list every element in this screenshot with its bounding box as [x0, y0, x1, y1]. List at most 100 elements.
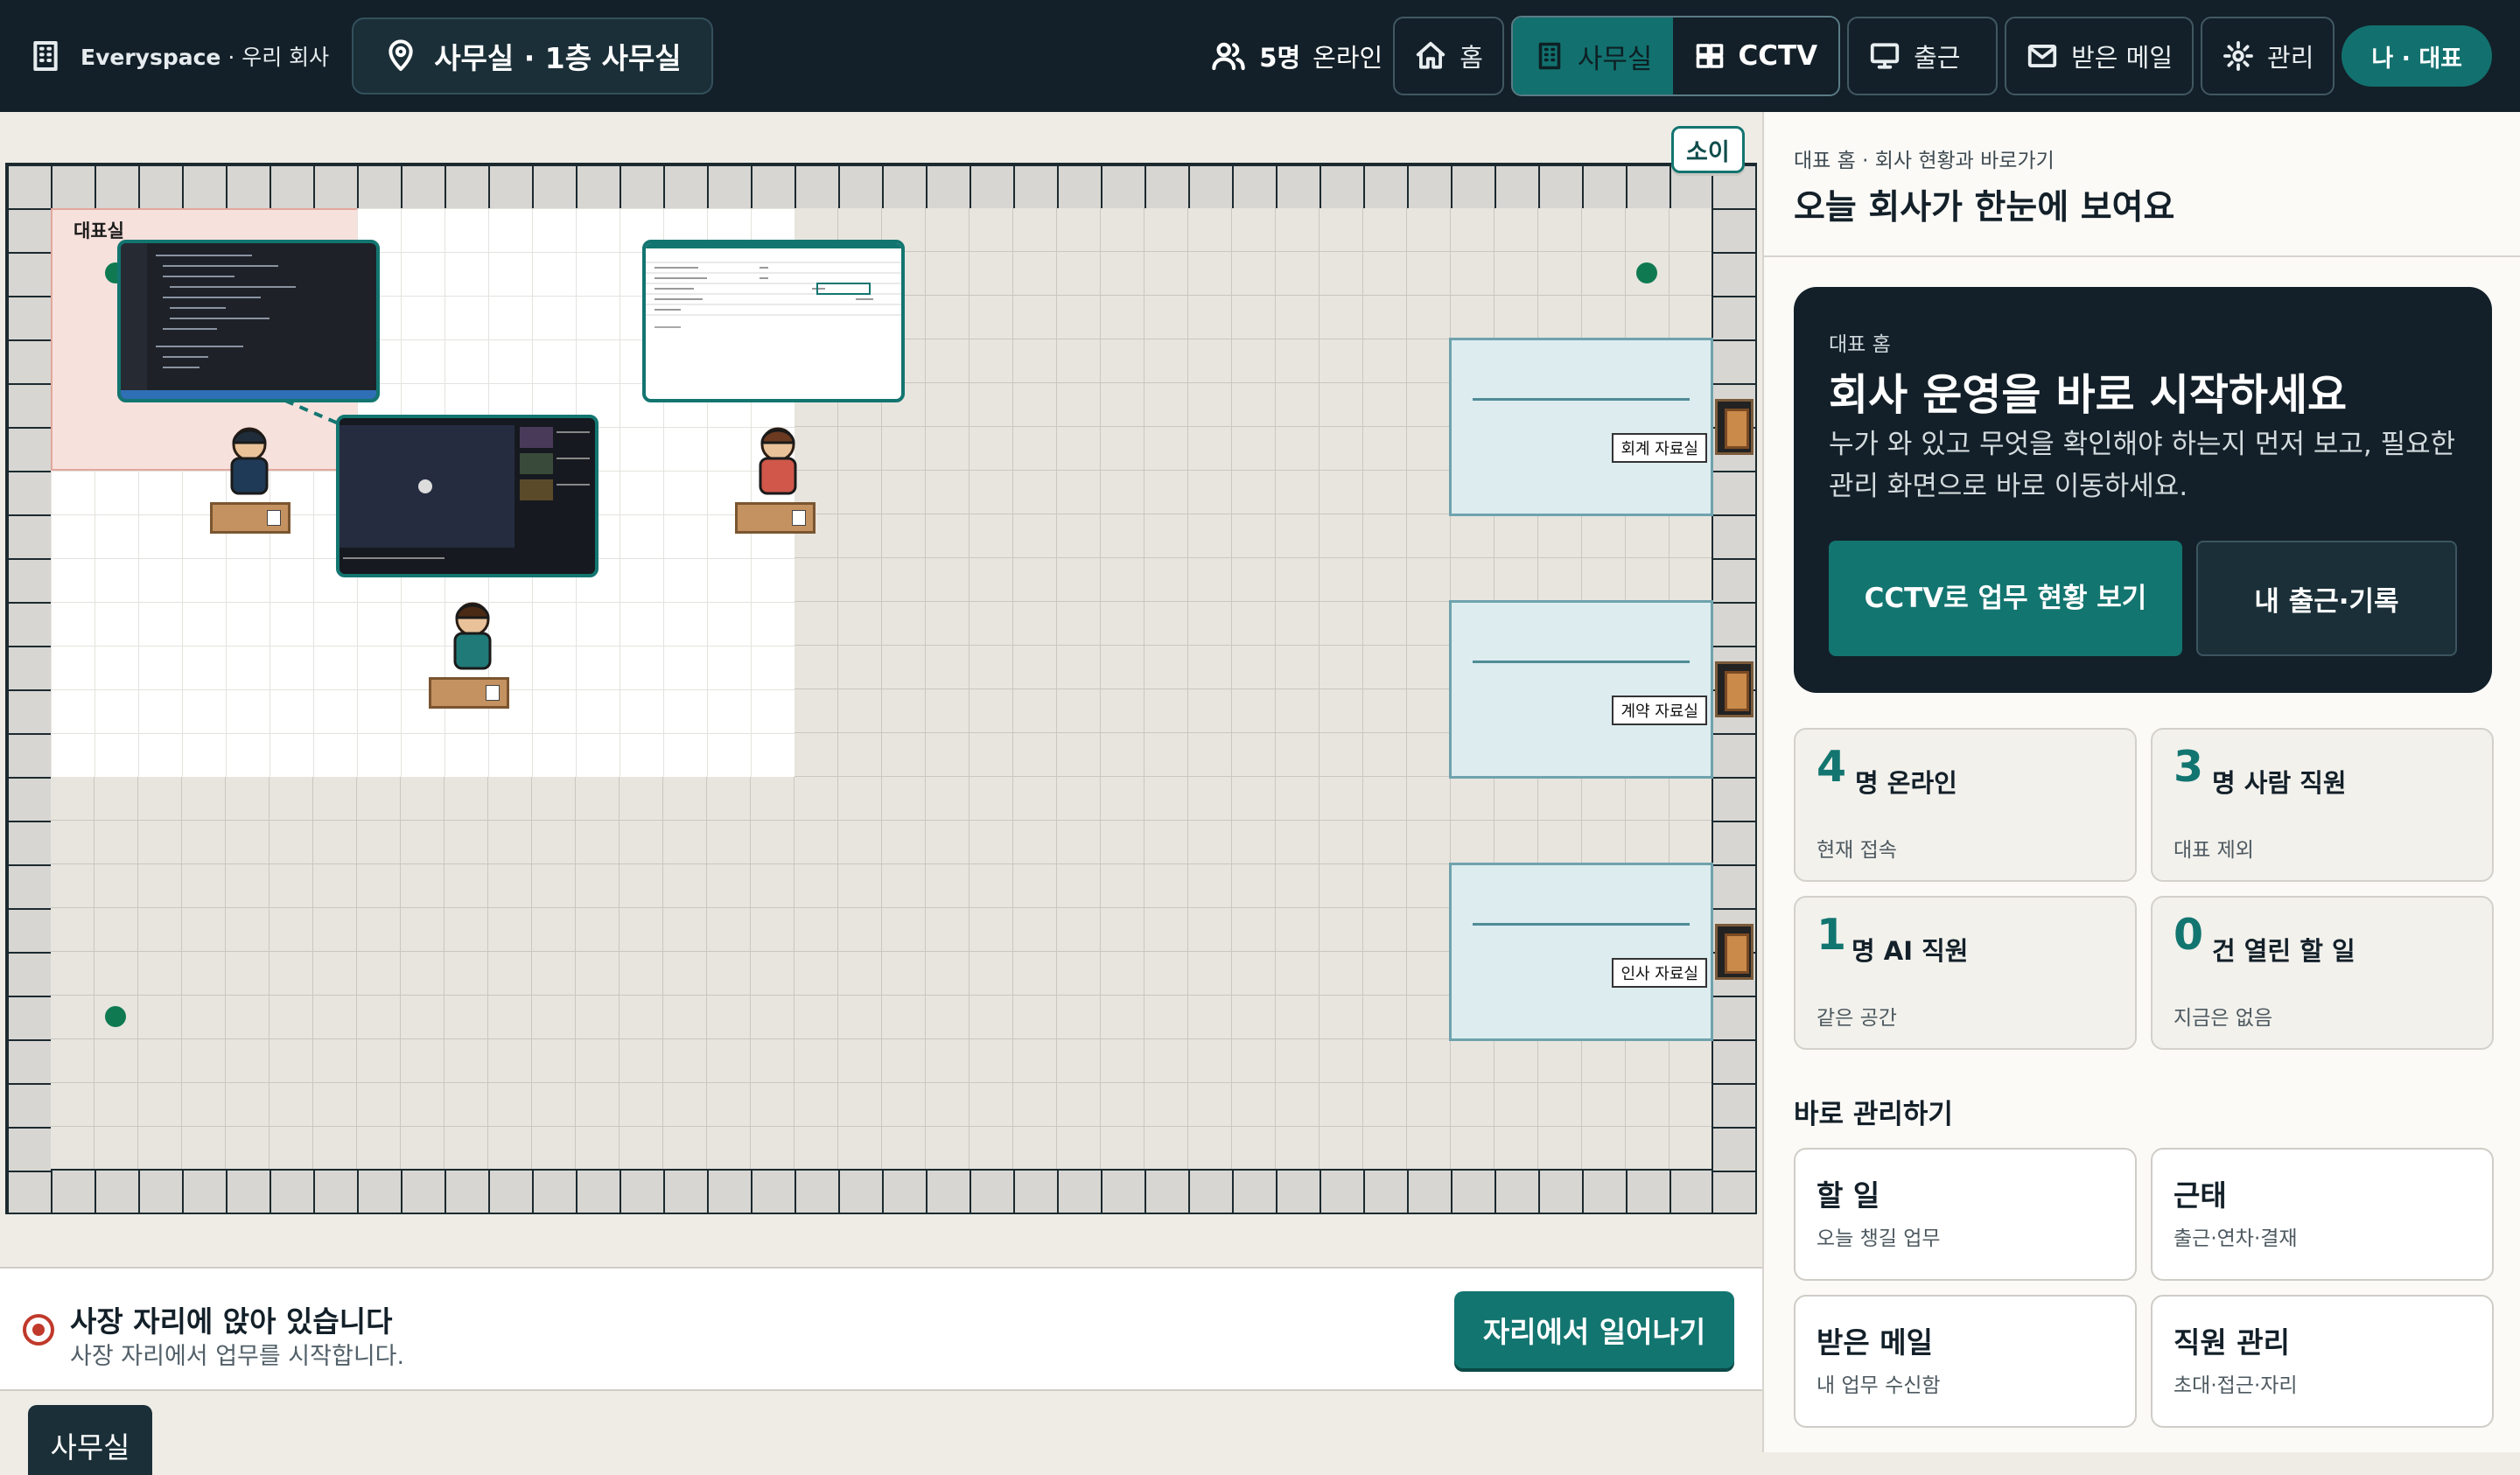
- desk[interactable]: [429, 677, 509, 709]
- hero-kicker: 대표 홈: [1829, 333, 1891, 356]
- online-indicator[interactable]: 5명 온라인: [1210, 38, 1382, 74]
- stat-value: 4: [1816, 742, 1847, 792]
- spreadsheet-thumbnail: [646, 243, 901, 328]
- archive-door[interactable]: [1715, 661, 1754, 717]
- online-dot: [1636, 262, 1657, 283]
- my-attendance-button[interactable]: 내 출근·기록: [2196, 541, 2457, 656]
- ceo-avatar[interactable]: [223, 423, 276, 511]
- stand-up-button[interactable]: 자리에서 일어나기: [1454, 1291, 1734, 1368]
- nav-office-button[interactable]: 사무실: [1512, 17, 1674, 94]
- stat-sub: 대표 제외: [2174, 839, 2254, 862]
- archive-door[interactable]: [1715, 399, 1754, 455]
- nav-inbox-button[interactable]: 받은 메일: [2005, 17, 2194, 95]
- quick-title: 직원 관리: [2174, 1325, 2290, 1360]
- office-stage: 회계 자료실 계약 자료실 인사 자료실 대표실 소이 사장 자리에 앉아 있습…: [0, 112, 1762, 1475]
- quick-card-attendance[interactable]: 근태 출근·연차·결재: [2151, 1148, 2494, 1281]
- quick-title: 근태: [2174, 1178, 2227, 1213]
- hero-description: 누가 와 있고 무엇을 확인해야 하는지 먼저 보고, 필요한 관리 화면으로 …: [1829, 429, 2456, 502]
- employee-avatar[interactable]: [752, 423, 804, 511]
- ceo-room-label: 대표실: [74, 220, 124, 241]
- location-selector[interactable]: 사무실 · 1층 사무실: [352, 17, 713, 94]
- seat-status-bar: 사장 자리에 앉아 있습니다 사장 자리에서 업무를 시작합니다. 자리에서 일…: [0, 1267, 1762, 1391]
- desk[interactable]: [735, 502, 816, 534]
- stat-card-online[interactable]: 4 명 온라인 현재 접속: [1794, 728, 2137, 882]
- stat-unit: 명 사람 직원: [2212, 768, 2347, 798]
- office-map[interactable]: 회계 자료실 계약 자료실 인사 자료실 대표실: [5, 163, 1757, 1214]
- breadcrumb: 대표 홈 · 회사 현황과 바로가기: [1794, 150, 2054, 172]
- archive-room-contracts[interactable]: 계약 자료실: [1449, 600, 1713, 779]
- building-icon: [33, 41, 58, 71]
- brand-sub: · 우리 회사: [228, 45, 330, 70]
- nav-checkin-button[interactable]: 출근: [1847, 17, 1998, 95]
- nav-checkin-label: 출근: [1914, 43, 1961, 73]
- view-switcher: 사무실 CCTV: [1510, 16, 1841, 96]
- stat-sub: 현재 접속: [1816, 839, 1897, 862]
- sidebar-title: 오늘 회사가 한눈에 보여요: [1794, 188, 2175, 227]
- quick-card-inbox[interactable]: 받은 메일 내 업무 수신함: [1794, 1295, 2137, 1428]
- monitor-icon: [1870, 43, 1900, 69]
- user-badge-soi[interactable]: 소이: [1671, 126, 1745, 173]
- screen-preview-code[interactable]: [117, 240, 380, 402]
- employee-avatar[interactable]: [446, 598, 499, 686]
- nav-cctv-button[interactable]: CCTV: [1673, 17, 1839, 94]
- seat-status-subtitle: 사장 자리에서 업무를 시작합니다.: [70, 1343, 405, 1370]
- stat-value: 0: [2174, 910, 2204, 960]
- stat-card-staff[interactable]: 3 명 사람 직원 대표 제외: [2151, 728, 2494, 882]
- stat-unit: 건 열린 할 일: [2212, 936, 2356, 966]
- quick-card-staff[interactable]: 직원 관리 초대·접근·자리: [2151, 1295, 2494, 1428]
- quick-title: 받은 메일: [1816, 1325, 1933, 1360]
- archive-room-hr[interactable]: 인사 자료실: [1449, 863, 1713, 1041]
- mail-icon: [2027, 45, 2057, 67]
- nav-office-label: 사무실: [1577, 43, 1653, 75]
- quick-manage-heading: 바로 관리하기: [1794, 1099, 1953, 1130]
- quick-card-tasks[interactable]: 할 일 오늘 챙길 업무: [1794, 1148, 2137, 1281]
- nav-home-button[interactable]: 홈: [1393, 17, 1504, 95]
- nav-admin-button[interactable]: 관리: [2201, 17, 2335, 95]
- quick-title: 할 일: [1816, 1178, 1880, 1213]
- hero-heading: 회사 운영을 바로 시작하세요: [1829, 370, 2348, 420]
- stat-value: 3: [2174, 742, 2204, 792]
- building-icon: [1538, 42, 1561, 70]
- top-bar: Everyspace · 우리 회사 사무실 · 1층 사무실 5명 온라인 홈…: [0, 0, 2520, 112]
- stat-sub: 지금은 없음: [2174, 1007, 2273, 1030]
- shelf-line: [1473, 398, 1690, 401]
- archive-door[interactable]: [1715, 924, 1754, 980]
- nav-home-label: 홈: [1460, 43, 1483, 73]
- hero-card: 대표 홈 회사 운영을 바로 시작하세요 누가 와 있고 무엇을 확인해야 하는…: [1794, 287, 2492, 693]
- grid-icon: [1697, 44, 1724, 68]
- stat-card-ai[interactable]: 1 명 AI 직원 같은 공간: [1794, 896, 2137, 1050]
- video-player-thumbnail: [340, 425, 590, 559]
- wall-bottom: [7, 1169, 1755, 1213]
- gear-icon: [2223, 41, 2253, 71]
- online-count: 5명: [1259, 43, 1301, 73]
- record-icon: [23, 1314, 54, 1346]
- wall-top: [7, 164, 1755, 208]
- shelf-line: [1473, 661, 1690, 663]
- nav-admin-label: 관리: [2267, 43, 2314, 73]
- desk[interactable]: [210, 502, 290, 534]
- archive-label: 인사 자료실: [1612, 958, 1707, 988]
- quick-sub: 초대·접근·자리: [2174, 1374, 2298, 1397]
- nav-cctv-label: CCTV: [1738, 40, 1818, 72]
- brand-name: Everyspace: [80, 45, 221, 70]
- stat-unit: 명 AI 직원: [1852, 936, 1969, 966]
- quick-sub: 오늘 챙길 업무: [1816, 1227, 1941, 1250]
- online-dot: [105, 1006, 126, 1027]
- archive-room-accounting[interactable]: 회계 자료실: [1449, 338, 1713, 516]
- screen-preview-video[interactable]: [336, 415, 598, 577]
- location-label: 사무실 · 1층 사무실: [434, 41, 682, 75]
- map-pin-icon: [388, 39, 413, 71]
- profile-button[interactable]: 나 · 대표: [2342, 25, 2492, 87]
- stat-value: 1: [1816, 910, 1847, 960]
- stat-card-tasks[interactable]: 0 건 열린 할 일 지금은 없음: [2151, 896, 2494, 1050]
- cctv-status-button[interactable]: CCTV로 업무 현황 보기: [1829, 541, 2182, 656]
- brand[interactable]: Everyspace · 우리 회사: [28, 38, 329, 73]
- shelf-line: [1473, 923, 1690, 926]
- stat-sub: 같은 공간: [1816, 1007, 1897, 1030]
- screen-preview-spreadsheet[interactable]: [642, 240, 905, 402]
- users-icon: [1212, 42, 1246, 71]
- archive-label: 계약 자료실: [1612, 696, 1707, 725]
- seat-status-title: 사장 자리에 앉아 있습니다: [70, 1304, 393, 1339]
- floor-tab-office[interactable]: 사무실: [28, 1405, 152, 1475]
- dashboard-sidebar: 대표 홈 · 회사 현황과 바로가기 오늘 회사가 한눈에 보여요 대표 홈 회…: [1762, 112, 2520, 1452]
